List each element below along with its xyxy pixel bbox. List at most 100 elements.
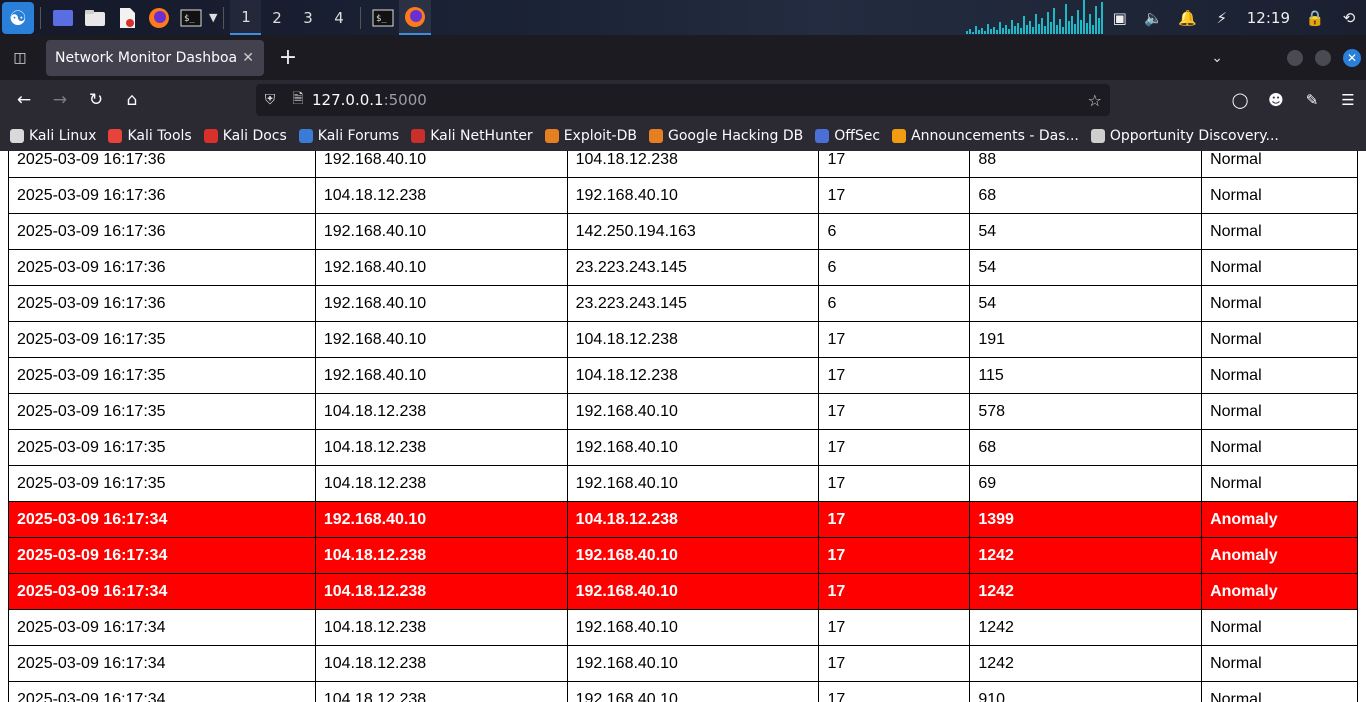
status-cell: Normal [1201, 357, 1358, 394]
bookmark-item[interactable]: Kali Linux [10, 128, 96, 144]
source-ip-cell: 104.18.12.238 [314, 429, 568, 466]
packet-size-cell: 68 [969, 429, 1203, 466]
destination-ip-cell: 192.168.40.10 [566, 645, 820, 682]
firefox-icon[interactable] [145, 4, 173, 32]
packet-size-cell: 1242 [969, 645, 1203, 682]
tab-network-monitor[interactable]: Network Monitor Dashboard ✕ [46, 39, 264, 76]
battery-charging-icon[interactable]: ⚡ [1205, 0, 1239, 35]
extensions-icon[interactable]: ✎ [1294, 84, 1330, 116]
maximize-button[interactable] [1315, 49, 1331, 66]
list-all-tabs-icon[interactable]: ⌄ [1211, 50, 1223, 66]
page-info-icon[interactable]: 🗎 [284, 88, 312, 112]
protocol-cell: 17 [818, 465, 971, 502]
bookmark-item[interactable]: Announcements - Das... [892, 128, 1079, 144]
url-port: :5000 [383, 91, 427, 109]
timestamp-cell: 2025-03-09 16:17:35 [8, 465, 316, 502]
bookmark-item[interactable]: OffSec [815, 128, 880, 144]
source-ip-cell: 104.18.12.238 [314, 393, 568, 430]
new-tab-button[interactable]: + [268, 40, 308, 76]
source-ip-cell: 104.18.12.238 [314, 681, 568, 702]
terminal-icon[interactable]: $_ [177, 4, 205, 32]
bookmark-favicon-icon [815, 128, 830, 143]
timestamp-cell: 2025-03-09 16:17:35 [8, 357, 316, 394]
bookmark-star-icon[interactable]: ☆ [1088, 91, 1102, 110]
window-close-button[interactable]: ✕ [1343, 48, 1361, 67]
firefox-view-icon[interactable]: ◫ [0, 35, 40, 80]
taskbar-separator [223, 6, 225, 29]
lock-icon[interactable]: 🔒 [1298, 0, 1332, 35]
protocol-cell: 17 [818, 321, 971, 358]
workspace-2[interactable]: 2 [261, 0, 292, 35]
protocol-cell: 17 [818, 151, 971, 178]
protocol-cell: 17 [818, 357, 971, 394]
account-icon[interactable]: ☻ [1258, 84, 1294, 116]
packet-size-cell: 1242 [969, 573, 1203, 610]
bookmark-item[interactable]: Kali Tools [108, 127, 192, 144]
timestamp-cell: 2025-03-09 16:17:35 [8, 321, 316, 358]
status-cell: Normal [1201, 681, 1358, 702]
packet-size-cell: 88 [969, 151, 1203, 178]
status-cell: Normal [1201, 465, 1358, 502]
bookmark-item[interactable]: Exploit-DB [544, 128, 637, 144]
status-cell: Normal [1201, 429, 1358, 466]
bookmark-item[interactable]: Kali NetHunter [411, 128, 533, 144]
shield-icon[interactable]: ⛨ [256, 92, 284, 108]
timestamp-cell: 2025-03-09 16:17:36 [8, 285, 316, 322]
source-ip-cell: 104.18.12.238 [314, 537, 568, 574]
source-ip-cell: 192.168.40.10 [314, 357, 568, 394]
status-cell: Normal [1201, 609, 1358, 646]
volume-icon[interactable]: 🔈 [1137, 0, 1171, 35]
protocol-cell: 17 [818, 537, 971, 574]
bookmark-label: Kali Docs [222, 127, 287, 144]
home-icon[interactable]: ⌂ [114, 84, 150, 116]
power-icon[interactable]: ⟲ [1332, 0, 1366, 35]
source-ip-cell: 192.168.40.10 [314, 285, 568, 322]
status-cell: Normal [1201, 393, 1358, 430]
timestamp-cell: 2025-03-09 16:17:36 [8, 177, 316, 214]
workspace-4[interactable]: 4 [323, 0, 354, 35]
taskbar-firefox-window[interactable] [399, 0, 432, 35]
back-arrow-icon[interactable]: ← [6, 84, 42, 116]
source-ip-cell: 192.168.40.10 [314, 213, 568, 250]
packet-size-cell: 69 [969, 465, 1203, 502]
desktop-icon[interactable] [49, 4, 77, 32]
reload-icon[interactable]: ↻ [78, 84, 114, 116]
timestamp-cell: 2025-03-09 16:17:34 [8, 573, 316, 610]
url-bar[interactable]: ⛨ 🗎 127.0.0.1:5000 ☆ [256, 84, 1110, 116]
bookmark-favicon-icon [544, 128, 559, 143]
table-row: 2025-03-09 16:17:35 104.18.12.238 192.168.… [8, 393, 1358, 430]
bookmark-item[interactable]: Opportunity Discovery... [1090, 128, 1279, 144]
display-icon[interactable]: ▣ [1103, 0, 1137, 35]
table-row: 2025-03-09 16:17:34 104.18.12.238 192.168.… [8, 645, 1358, 682]
bookmark-item[interactable]: Kali Forums [298, 128, 399, 144]
packet-size-cell: 68 [969, 177, 1203, 214]
status-cell: Anomaly [1201, 501, 1358, 538]
menu-hamburger-icon[interactable]: ☰ [1330, 84, 1366, 116]
chevron-down-icon[interactable]: ▼ [209, 11, 217, 24]
close-icon[interactable]: ✕ [242, 50, 254, 66]
timestamp-cell: 2025-03-09 16:17:35 [8, 393, 316, 430]
workspace-3[interactable]: 3 [292, 0, 323, 35]
table-row: 2025-03-09 16:17:35 192.168.40.10 104.18.1… [8, 321, 1358, 358]
timestamp-cell: 2025-03-09 16:17:36 [8, 151, 316, 178]
forward-arrow-icon[interactable]: → [42, 84, 78, 116]
pocket-icon[interactable]: ◯ [1222, 84, 1258, 116]
destination-ip-cell: 104.18.12.238 [566, 501, 820, 538]
timestamp-cell: 2025-03-09 16:17:36 [8, 249, 316, 286]
bookmark-label: Announcements - Das... [911, 127, 1079, 144]
bookmark-item[interactable]: Google Hacking DB [648, 128, 803, 144]
file-manager-icon[interactable] [81, 4, 109, 32]
text-editor-icon[interactable] [113, 4, 141, 32]
minimize-button[interactable] [1287, 49, 1303, 66]
table-row: 2025-03-09 16:17:36 104.18.12.238 192.168.… [8, 177, 1358, 214]
clock[interactable]: 12:19 [1239, 9, 1298, 27]
kali-menu-icon[interactable]: ☯ [2, 1, 34, 34]
bookmark-item[interactable]: Kali Docs [203, 127, 287, 144]
taskbar-terminal-window[interactable]: $_ [367, 0, 399, 35]
notification-bell-icon[interactable]: 🔔 [1171, 0, 1205, 35]
bookmark-label: Kali Tools [127, 127, 192, 144]
status-cell: Anomaly [1201, 537, 1358, 574]
status-cell: Normal [1201, 151, 1358, 178]
workspace-1[interactable]: 1 [230, 0, 262, 35]
url-host: 127.0.0.1 [312, 91, 384, 109]
